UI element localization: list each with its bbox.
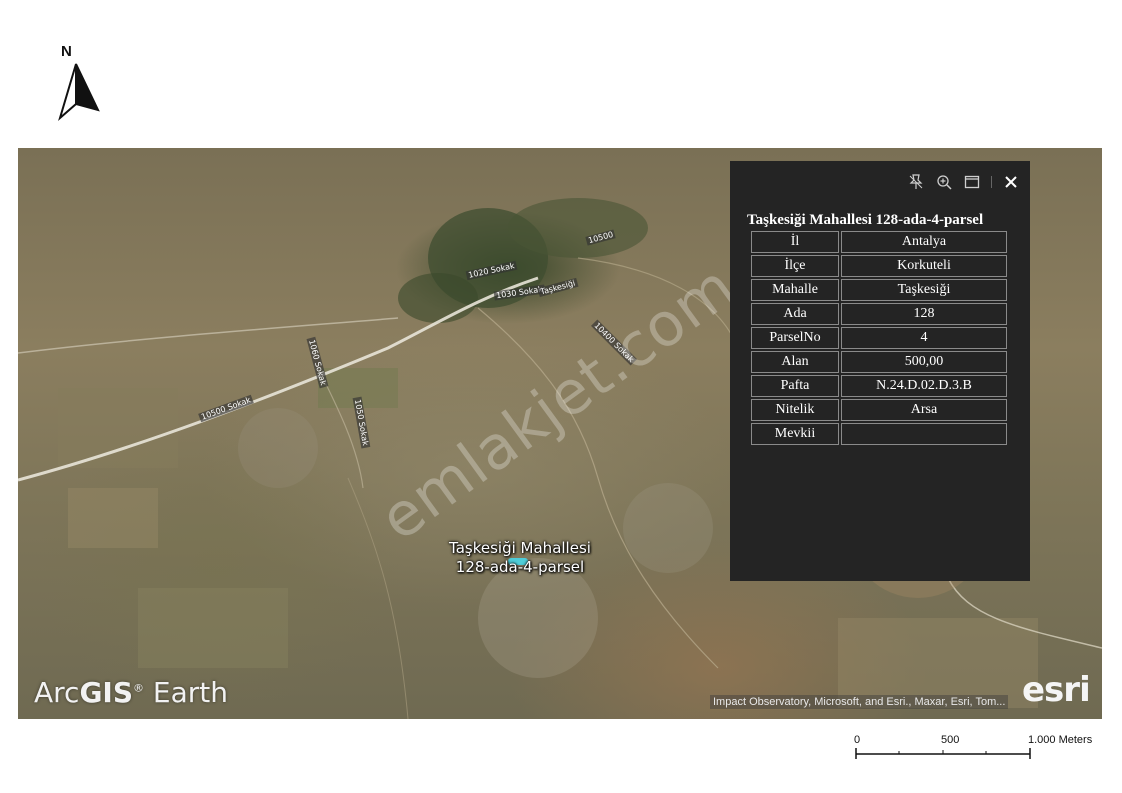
attribute-value: Taşkesiği xyxy=(841,279,1007,301)
north-letter: N xyxy=(61,43,72,60)
attribute-value: Korkuteli xyxy=(841,255,1007,277)
arcgis-earth-logo: ArcGIS® Earth xyxy=(34,676,229,709)
attribute-key: ParselNo xyxy=(751,327,839,349)
dock-icon[interactable] xyxy=(963,173,981,191)
esri-logo: esri xyxy=(1022,670,1091,710)
scale-bar-graphic xyxy=(855,748,1031,759)
table-row: Alan 500,00 xyxy=(751,351,1007,373)
table-row: İlçe Korkuteli xyxy=(751,255,1007,277)
toolbar-divider xyxy=(991,176,992,188)
parcel-label-line2: 128-ada-4-parsel xyxy=(455,558,585,576)
map-attribution[interactable]: Impact Observatory, Microsoft, and Esri.… xyxy=(710,695,1009,709)
attribute-key: Mevkii xyxy=(751,423,839,445)
attribute-key: İl xyxy=(751,231,839,253)
feature-popup: Taşkesiği Mahallesi 128-ada-4-parsel İl A… xyxy=(730,161,1030,581)
parcel-label[interactable]: Taşkesiği Mahallesi 128-ada-4-parsel xyxy=(438,539,602,577)
attribute-table: İl Antalya İlçe Korkuteli Mahalle Taşkesiği… xyxy=(749,229,1009,447)
attribute-key: Pafta xyxy=(751,375,839,397)
scale-bar: 0 500 1.000 Meters xyxy=(848,734,1108,764)
table-row: Ada 128 xyxy=(751,303,1007,325)
attribute-value xyxy=(841,423,1007,445)
attribute-value: N.24.D.02.D.3.B xyxy=(841,375,1007,397)
popup-toolbar xyxy=(907,173,1020,191)
attribute-key: Alan xyxy=(751,351,839,373)
map-view[interactable]: 10500 Sokak 1020 Sokak 1030 Sokak 1060 S… xyxy=(18,148,1102,719)
parcel-label-line1: Taşkesiği Mahallesi xyxy=(449,539,591,557)
table-row: Mahalle Taşkesiği xyxy=(751,279,1007,301)
popup-title: Taşkesiği Mahallesi 128-ada-4-parsel xyxy=(747,212,984,228)
attribute-key: İlçe xyxy=(751,255,839,277)
table-row: Pafta N.24.D.02.D.3.B xyxy=(751,375,1007,397)
north-arrow: N xyxy=(56,40,104,122)
attribute-value: Arsa xyxy=(841,399,1007,421)
table-row: Nitelik Arsa xyxy=(751,399,1007,421)
attribute-key: Mahalle xyxy=(751,279,839,301)
pin-icon[interactable] xyxy=(907,173,925,191)
table-row: ParselNo 4 xyxy=(751,327,1007,349)
attribute-value: 4 xyxy=(841,327,1007,349)
close-icon[interactable] xyxy=(1002,173,1020,191)
attribute-value: 128 xyxy=(841,303,1007,325)
table-row: İl Antalya xyxy=(751,231,1007,253)
attribute-key: Nitelik xyxy=(751,399,839,421)
attribute-key: Ada xyxy=(751,303,839,325)
attribute-value: Antalya xyxy=(841,231,1007,253)
attribute-value: 500,00 xyxy=(841,351,1007,373)
zoom-to-icon[interactable] xyxy=(935,173,953,191)
table-row: Mevkii xyxy=(751,423,1007,445)
